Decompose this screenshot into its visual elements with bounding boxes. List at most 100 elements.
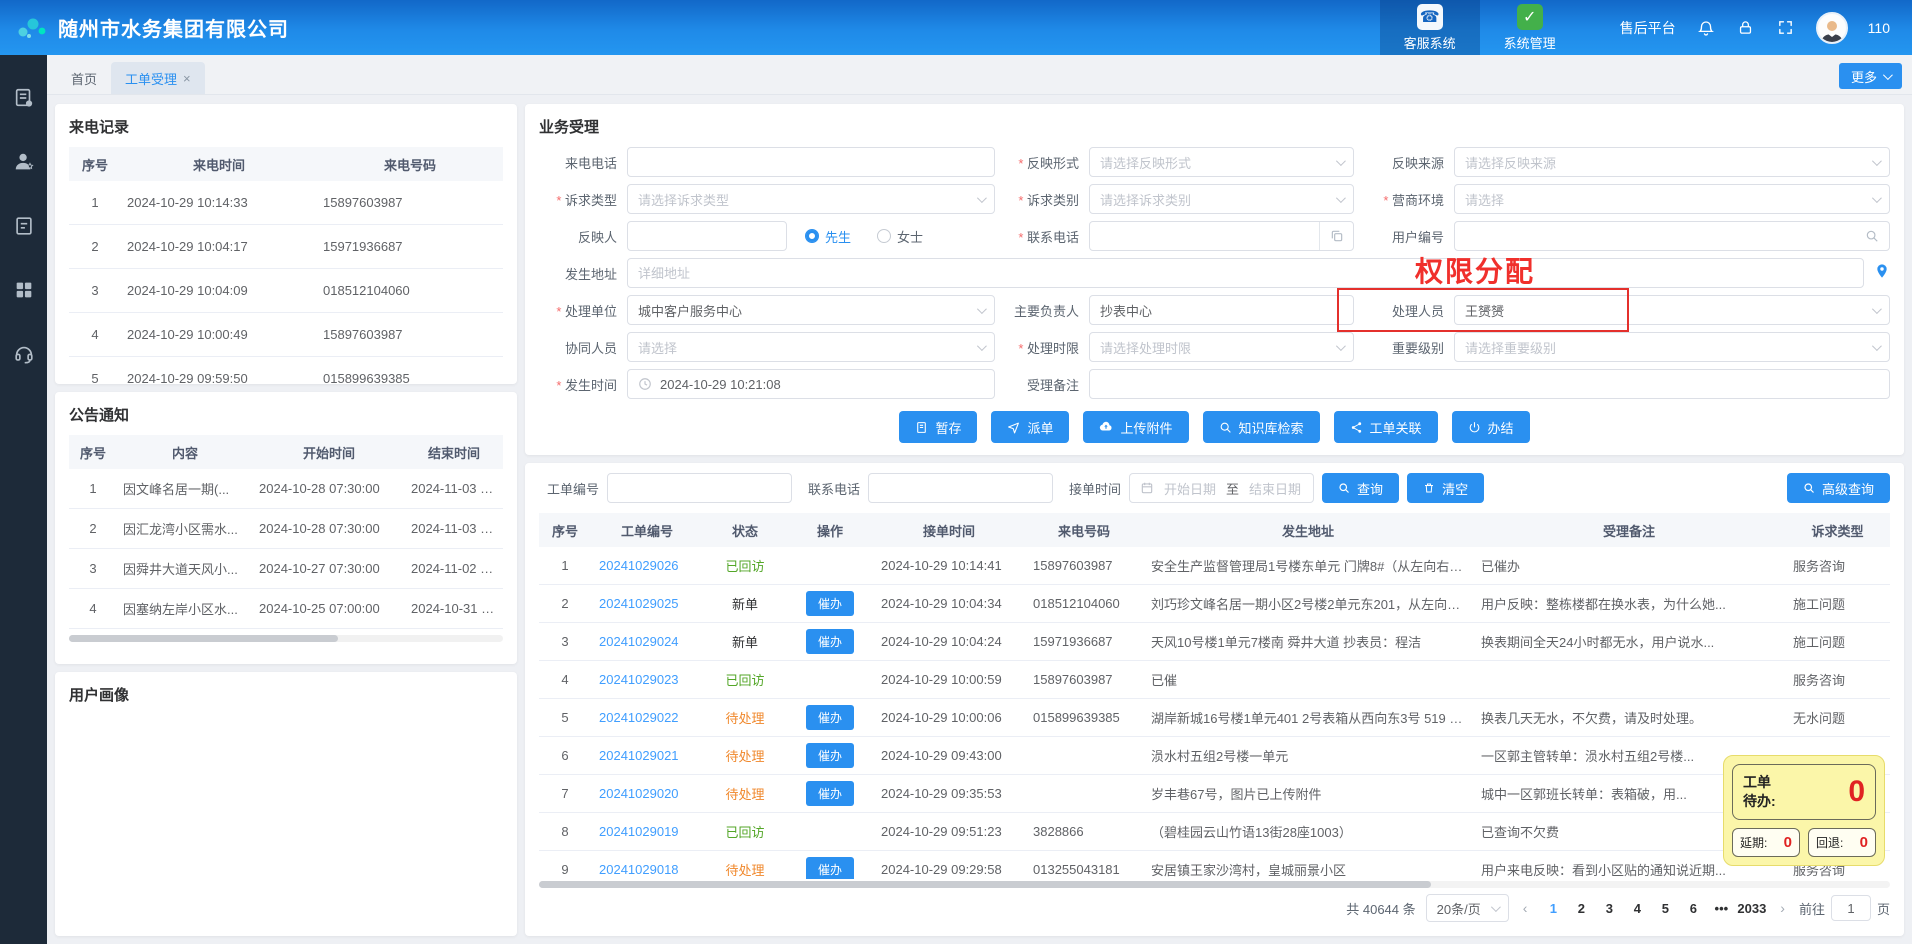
call-phone-field[interactable] <box>638 155 984 170</box>
clear-button[interactable]: 清空 <box>1407 473 1484 503</box>
order-row[interactable]: 5 20241029022 待处理 催办 2024-10-29 10:00:06… <box>539 699 1890 737</box>
contact-phone-field[interactable] <box>1100 229 1319 244</box>
upload-attachment-button[interactable]: 上传附件 <box>1083 411 1188 443</box>
order-no-link[interactable]: 20241029021 <box>599 748 679 763</box>
order-no-link[interactable]: 20241029019 <box>599 824 679 839</box>
finish-button[interactable]: 办结 <box>1452 411 1530 443</box>
remark-input[interactable] <box>1089 369 1890 399</box>
order-row[interactable]: 7 20241029020 待处理 催办 2024-10-29 09:35:53… <box>539 775 1890 813</box>
order-row[interactable]: 4 20241029023 已回访 2024-10-29 10:00:59 15… <box>539 661 1890 699</box>
bell-icon[interactable] <box>1696 18 1716 38</box>
search-button[interactable]: 查询 <box>1322 473 1399 503</box>
order-no-field[interactable] <box>618 481 781 496</box>
order-link-button[interactable]: 工单关联 <box>1334 411 1438 443</box>
handler-select[interactable]: 王赟赟 <box>1454 295 1890 325</box>
accept-time-range-picker[interactable]: 开始日期 至 结束日期 <box>1129 473 1314 503</box>
header-app-item[interactable]: ✓ 系统管理 <box>1480 0 1580 55</box>
call-record-row[interactable]: 2 2024-10-29 10:04:17 15971936687 <box>69 225 503 269</box>
page-number[interactable]: 2033 <box>1737 895 1766 921</box>
start-date-placeholder[interactable]: 开始日期 <box>1162 479 1218 498</box>
call-record-row[interactable]: 1 2024-10-29 10:14:33 15897603987 <box>69 181 503 225</box>
urge-button[interactable]: 催办 <box>806 857 854 879</box>
tab-order-accept[interactable]: 工单受理 × <box>111 62 205 94</box>
search-icon[interactable] <box>1865 229 1879 243</box>
page-number[interactable]: 1 <box>1541 895 1565 921</box>
copy-icon[interactable] <box>1319 222 1353 250</box>
dispatch-button[interactable]: 派单 <box>991 411 1069 443</box>
user-star-icon[interactable] <box>13 151 35 173</box>
page-number[interactable]: ••• <box>1709 895 1733 921</box>
occur-time-picker[interactable]: 2024-10-29 10:21:08 <box>627 369 995 399</box>
collaborator-select[interactable]: 请选择 <box>627 332 995 362</box>
save-draft-button[interactable]: 暂存 <box>899 411 977 443</box>
page-size-select[interactable]: 20条/页 <box>1426 894 1509 922</box>
business-env-select[interactable]: 请选择 <box>1454 184 1890 214</box>
order-no-link[interactable]: 20241029020 <box>599 786 679 801</box>
order-no-link[interactable]: 20241029025 <box>599 596 679 611</box>
time-limit-select[interactable]: 请选择处理时限 <box>1089 332 1354 362</box>
call-record-row[interactable]: 4 2024-10-29 10:00:49 15897603987 <box>69 313 503 357</box>
knowledge-search-button[interactable]: 知识库检索 <box>1203 411 1320 443</box>
user-avatar[interactable] <box>1816 12 1848 44</box>
principal-input[interactable]: 抄表中心 <box>1089 295 1354 325</box>
next-page-arrow[interactable]: › <box>1776 900 1789 916</box>
page-number[interactable]: 2 <box>1569 895 1593 921</box>
call-record-row[interactable]: 3 2024-10-29 10:04:09 018512104060 <box>69 269 503 313</box>
lock-icon[interactable] <box>1736 18 1756 38</box>
form-icon[interactable] <box>13 215 35 237</box>
importance-select[interactable]: 请选择重要级别 <box>1454 332 1890 362</box>
order-row[interactable]: 9 20241029018 待处理 催办 2024-10-29 09:29:58… <box>539 851 1890 879</box>
prev-page-arrow[interactable]: ‹ <box>1519 900 1532 916</box>
appeal-category-select[interactable]: 请选择诉求类别 <box>1089 184 1354 214</box>
page-number[interactable]: 5 <box>1653 895 1677 921</box>
header-app-item[interactable]: ☎ 客服系统 <box>1380 0 1480 55</box>
handle-unit-select[interactable]: 城中客户服务中心 <box>627 295 995 325</box>
more-button[interactable]: 更多 <box>1839 63 1902 89</box>
order-no-link[interactable]: 20241029018 <box>599 862 679 877</box>
urge-button[interactable]: 催办 <box>806 743 854 768</box>
location-pin-icon[interactable] <box>1874 263 1890 284</box>
reporter-input[interactable] <box>627 221 787 251</box>
gender-male-radio[interactable]: 先生 <box>805 227 851 246</box>
announcement-row[interactable]: 1 因文峰名居一期(... 2024-10-28 07:30:00 2024-1… <box>69 469 503 509</box>
grid-icon[interactable] <box>13 279 35 301</box>
filter-phone-field[interactable] <box>879 481 1042 496</box>
fullscreen-icon[interactable] <box>1776 18 1796 38</box>
reflect-form-select[interactable]: 请选择反映形式 <box>1089 147 1354 177</box>
order-row[interactable]: 2 20241029025 新单 催办 2024-10-29 10:04:34 … <box>539 585 1890 623</box>
order-no-input[interactable] <box>607 473 792 503</box>
gender-female-radio[interactable]: 女士 <box>877 227 923 246</box>
user-no-input[interactable] <box>1454 221 1890 251</box>
urge-button[interactable]: 催办 <box>806 705 854 730</box>
filter-phone-input[interactable] <box>868 473 1053 503</box>
page-number[interactable]: 6 <box>1681 895 1705 921</box>
announcement-row[interactable]: 4 因塞纳左岸小区水... 2024-10-25 07:00:00 2024-1… <box>69 589 503 629</box>
contact-phone-input[interactable] <box>1089 221 1354 251</box>
address-input[interactable] <box>627 258 1864 288</box>
announcement-row[interactable]: 2 因汇龙湾小区需水... 2024-10-28 07:30:00 2024-1… <box>69 509 503 549</box>
tab-home[interactable]: 首页 <box>57 62 111 94</box>
headset-icon[interactable] <box>13 343 35 365</box>
call-record-row[interactable]: 5 2024-10-29 09:59:50 015899639385 <box>69 357 503 384</box>
reporter-field[interactable] <box>638 229 776 244</box>
order-no-link[interactable]: 20241029022 <box>599 710 679 725</box>
goto-page-input[interactable] <box>1831 895 1871 921</box>
records-settings-icon[interactable] <box>13 87 35 109</box>
remark-field[interactable] <box>1100 377 1879 392</box>
advanced-search-button[interactable]: 高级查询 <box>1787 473 1890 503</box>
order-row[interactable]: 1 20241029026 已回访 2024-10-29 10:14:41 15… <box>539 547 1890 585</box>
appeal-type-select[interactable]: 请选择诉求类型 <box>627 184 995 214</box>
todo-widget[interactable]: 工单 待办: 0 延期: 0 回退: 0 <box>1723 755 1885 866</box>
aftersales-link[interactable]: 售后平台 <box>1620 18 1676 38</box>
page-number[interactable]: 4 <box>1625 895 1649 921</box>
order-no-link[interactable]: 20241029023 <box>599 672 679 687</box>
address-field[interactable] <box>638 266 1853 281</box>
order-row[interactable]: 6 20241029021 待处理 催办 2024-10-29 09:43:00… <box>539 737 1890 775</box>
user-no-field[interactable] <box>1465 229 1865 244</box>
page-number[interactable]: 3 <box>1597 895 1621 921</box>
urge-button[interactable]: 催办 <box>806 781 854 806</box>
call-phone-input[interactable] <box>627 147 995 177</box>
order-row[interactable]: 3 20241029024 新单 催办 2024-10-29 10:04:24 … <box>539 623 1890 661</box>
order-no-link[interactable]: 20241029024 <box>599 634 679 649</box>
close-icon[interactable]: × <box>183 71 191 86</box>
